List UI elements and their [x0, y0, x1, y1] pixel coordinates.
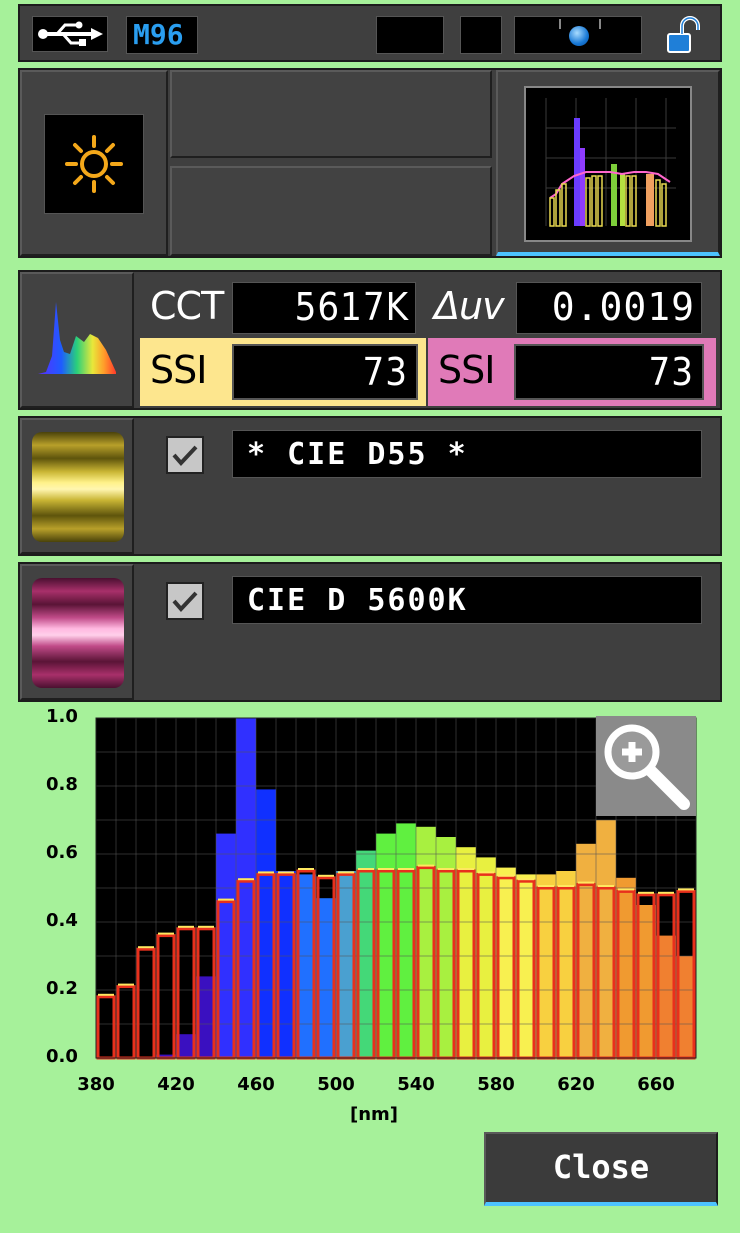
y-tick-label: 0.0	[46, 1046, 78, 1067]
x-tick-label: 540	[397, 1074, 435, 1095]
x-axis-label: [nm]	[350, 1104, 399, 1125]
x-tick-label: 620	[557, 1074, 595, 1095]
close-button-label: Close	[552, 1148, 650, 1186]
x-tick-label: 660	[637, 1074, 675, 1095]
y-tick-label: 0.4	[46, 910, 78, 931]
y-tick-label: 0.2	[46, 978, 78, 999]
close-button[interactable]: Close	[484, 1132, 718, 1206]
y-tick-label: 0.6	[46, 842, 78, 863]
spectrum-chart	[95, 717, 697, 1060]
y-tick-label: 1.0	[46, 706, 78, 727]
zoom-in-icon	[604, 724, 690, 810]
y-tick-label: 0.8	[46, 774, 78, 795]
x-tick-label: 500	[317, 1074, 355, 1095]
zoom-button[interactable]	[596, 716, 696, 816]
x-tick-label: 580	[477, 1074, 515, 1095]
x-tick-label: 460	[237, 1074, 275, 1095]
x-tick-label: 380	[77, 1074, 115, 1095]
x-tick-label: 420	[157, 1074, 195, 1095]
